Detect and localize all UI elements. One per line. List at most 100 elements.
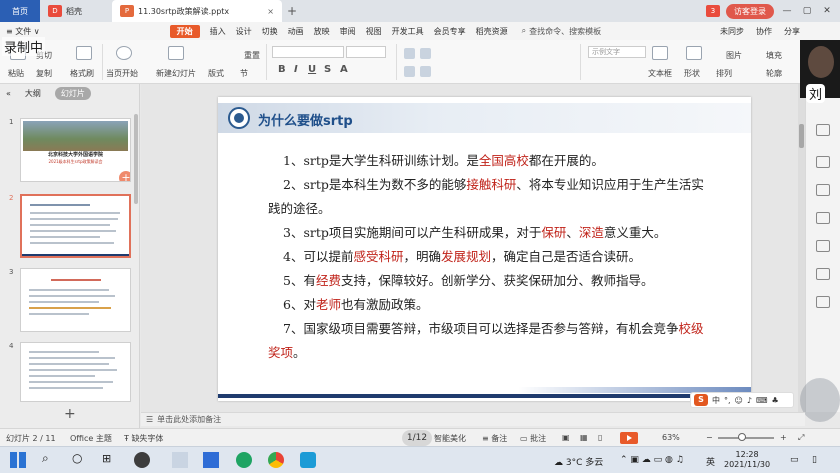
align-center-icon[interactable]: [420, 66, 431, 77]
skin-icon[interactable]: ♣: [772, 396, 779, 405]
action-center-icon[interactable]: ▯: [812, 455, 817, 465]
search-icon[interactable]: ⌕: [42, 451, 49, 466]
collapse-panel-icon[interactable]: «: [6, 89, 11, 98]
menu-item-developer[interactable]: 开发工具: [392, 26, 424, 37]
wps-writer-icon[interactable]: [203, 452, 219, 468]
shadow-button[interactable]: S: [324, 64, 331, 75]
close-tab-icon[interactable]: ×: [267, 7, 274, 16]
smart-beautify-button[interactable]: 智能美化: [434, 433, 466, 444]
weather-widget[interactable]: ☁ 3°C 多云: [554, 455, 603, 468]
copy-button[interactable]: 复制: [36, 68, 52, 79]
keyboard-icon[interactable]: ⌨: [756, 396, 768, 405]
edge-browser-icon[interactable]: [236, 452, 252, 468]
task-view-icon[interactable]: ⊞: [102, 452, 111, 465]
editor-scrollbar[interactable]: [798, 84, 805, 412]
ime-punct[interactable]: °,: [724, 396, 731, 405]
slide-thumbnail-4[interactable]: [20, 342, 131, 402]
ime-mode[interactable]: 中: [712, 395, 720, 406]
slide-thumbnail-1[interactable]: 北京科技大学外国语学院 2021级本科生srtp政策解读会 +: [20, 118, 131, 182]
more-pane-icon[interactable]: [816, 296, 830, 308]
editor-scroll-thumb[interactable]: [799, 124, 804, 148]
section-button[interactable]: 节: [240, 68, 248, 79]
play-from-current-button[interactable]: 当页开始: [106, 68, 138, 79]
layout-button[interactable]: 版式: [208, 68, 224, 79]
font-name-select[interactable]: [272, 46, 344, 58]
play-from-current-icon[interactable]: [116, 46, 132, 60]
strikethrough-button[interactable]: A: [340, 64, 348, 75]
zoom-slider[interactable]: [718, 437, 774, 439]
floating-mic-button[interactable]: [800, 378, 840, 422]
login-button[interactable]: 访客登录: [726, 3, 774, 19]
font-size-select[interactable]: [346, 46, 386, 58]
windows-start-icon[interactable]: [10, 452, 26, 468]
app-icon-fan[interactable]: [134, 452, 150, 468]
notes-bar[interactable]: ☰ 单击此处添加备注: [141, 412, 805, 426]
shape-button[interactable]: 形状: [684, 68, 700, 79]
layout-pane-icon[interactable]: [816, 268, 830, 280]
new-slide-button[interactable]: 新建幻灯片: [156, 68, 196, 79]
transition-pane-icon[interactable]: [816, 212, 830, 224]
chrome-icon[interactable]: [268, 452, 284, 468]
close-window-button[interactable]: ✕: [820, 6, 834, 16]
new-slide-plus-button[interactable]: +: [64, 406, 76, 422]
mic-icon[interactable]: ♪: [747, 396, 752, 405]
command-search[interactable]: ⌕ 查找命令、搜索模板: [522, 26, 601, 37]
file-explorer-icon[interactable]: [172, 452, 188, 468]
underline-button[interactable]: U: [308, 64, 316, 75]
shape-icon[interactable]: [686, 46, 702, 60]
zoom-in-button[interactable]: +: [780, 433, 787, 442]
theme-name[interactable]: Office 主题: [70, 433, 112, 444]
collaborate-button[interactable]: 协作: [756, 26, 772, 37]
notification-center-icon[interactable]: ▭: [790, 455, 799, 465]
tab-slides[interactable]: 幻灯片: [54, 86, 91, 100]
add-slide-button[interactable]: +: [119, 171, 130, 181]
ime-toolbar[interactable]: S 中 °, ☺ ♪ ⌨ ♣: [690, 392, 794, 408]
slide-body-text[interactable]: 1、srtp是大学生科研训练计划。是全国高校都在开展的。 2、srtp是本科生为…: [268, 149, 708, 365]
numbering-icon[interactable]: [420, 48, 431, 59]
paste-button[interactable]: 粘贴: [8, 68, 24, 79]
new-slide-icon[interactable]: [168, 46, 184, 60]
menu-item-member[interactable]: 会员专享: [434, 26, 466, 37]
animation-pane-icon[interactable]: [816, 156, 830, 168]
reading-view-icon[interactable]: ▯: [598, 433, 602, 442]
italic-button[interactable]: I: [294, 64, 298, 75]
slide-sorter-icon[interactable]: ▦: [580, 433, 588, 442]
menu-item-slideshow[interactable]: 放映: [314, 26, 330, 37]
minimize-button[interactable]: —: [780, 6, 794, 16]
format-painter-icon[interactable]: [76, 46, 92, 60]
tray-icons[interactable]: ⌃ ▣ ☁ ▭ ◍ ♫: [620, 455, 684, 465]
share-button[interactable]: 分享: [784, 26, 800, 37]
notification-badge[interactable]: 3: [706, 5, 720, 17]
input-language[interactable]: 英: [706, 455, 715, 468]
zoom-out-button[interactable]: −: [706, 433, 713, 442]
slide-panel-scrollbar[interactable]: [134, 114, 138, 204]
arrange-button[interactable]: 排列: [716, 68, 732, 79]
menu-item-transition[interactable]: 切换: [262, 26, 278, 37]
properties-icon[interactable]: [816, 124, 830, 136]
maximize-button[interactable]: ▢: [800, 6, 814, 16]
missing-font-button[interactable]: Ŧ 缺失字体: [124, 433, 163, 444]
bold-button[interactable]: B: [278, 64, 286, 75]
menu-item-animation[interactable]: 动画: [288, 26, 304, 37]
system-clock[interactable]: 12:28 2021/11/30: [724, 450, 770, 470]
menu-item-review[interactable]: 审阅: [340, 26, 356, 37]
normal-view-icon[interactable]: ▣: [562, 433, 570, 442]
cortana-icon[interactable]: ○: [72, 451, 82, 465]
text-box-button[interactable]: 文本框: [648, 68, 672, 79]
slide-thumbnail-2[interactable]: [20, 194, 131, 258]
slide-title[interactable]: 为什么要做srtp: [258, 110, 353, 129]
text-box-icon[interactable]: [652, 46, 668, 60]
notes-toggle[interactable]: ≡ 备注: [482, 433, 507, 444]
play-slideshow-button[interactable]: [620, 432, 638, 444]
reset-button[interactable]: 重置: [244, 50, 260, 61]
notes-placeholder[interactable]: 单击此处添加备注: [157, 414, 221, 425]
outline-button[interactable]: 轮廓: [766, 68, 782, 79]
comment-pane-icon[interactable]: [816, 240, 830, 252]
tab-home[interactable]: 首页: [0, 0, 40, 22]
bullets-icon[interactable]: [404, 48, 415, 59]
menu-item-design[interactable]: 设计: [236, 26, 252, 37]
comments-toggle[interactable]: ▭ 批注: [520, 433, 546, 444]
zoom-level[interactable]: 63%: [662, 433, 680, 442]
design-pane-icon[interactable]: [816, 184, 830, 196]
emoji-icon[interactable]: ☺: [735, 396, 743, 405]
